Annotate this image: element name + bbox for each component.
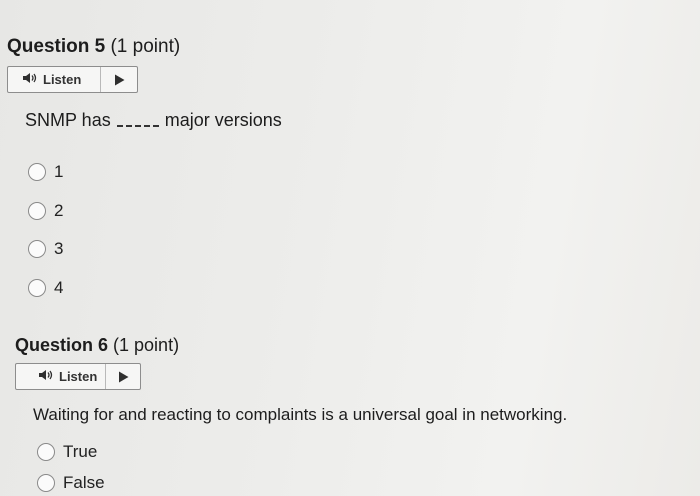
option-true[interactable]: True [37,442,97,462]
option-1[interactable]: 1 [28,162,63,182]
listen-label: Listen [59,369,98,384]
radio-button[interactable] [28,279,46,297]
question-6-title: Question 6 (1 point) [15,335,179,356]
option-label: 1 [54,162,64,181]
radio-button[interactable] [28,202,46,220]
option-label: True [63,442,98,461]
question-5-prompt: SNMP has major versions [25,110,282,131]
listen-button[interactable]: Listen [7,66,138,93]
option-label: 4 [54,278,64,297]
speaker-icon [22,71,38,89]
question-points: (1 point) [110,36,181,57]
option-false[interactable]: False [37,473,105,493]
question-points: (1 point) [113,335,180,355]
option-4[interactable]: 4 [28,278,63,298]
play-icon [114,74,124,85]
radio-button[interactable] [37,474,55,492]
question-5-title: Question 5 (1 point) [7,36,180,58]
speaker-icon [38,368,54,386]
question-number: Question 5 [7,36,106,57]
radio-button[interactable] [28,163,46,181]
question-number: Question 6 [15,335,109,355]
radio-button[interactable] [28,240,46,258]
option-label: 2 [54,201,64,220]
option-3[interactable]: 3 [28,239,63,259]
option-2[interactable]: 2 [28,201,63,221]
prompt-text-after: major versions [164,110,282,130]
radio-button[interactable] [37,443,55,461]
question-6-prompt: Waiting for and reacting to complaints i… [33,405,568,424]
option-label: 3 [54,239,64,258]
play-button[interactable] [106,371,140,383]
fill-in-blank [116,125,159,127]
option-label: False [63,473,105,492]
play-button[interactable] [101,74,137,86]
listen-label: Listen [43,72,82,87]
listen-control[interactable]: Listen [8,67,101,92]
listen-button[interactable]: Listen [15,363,141,390]
prompt-text-before: SNMP has [25,110,111,130]
listen-control[interactable]: Listen [16,364,106,389]
play-icon [118,371,128,382]
